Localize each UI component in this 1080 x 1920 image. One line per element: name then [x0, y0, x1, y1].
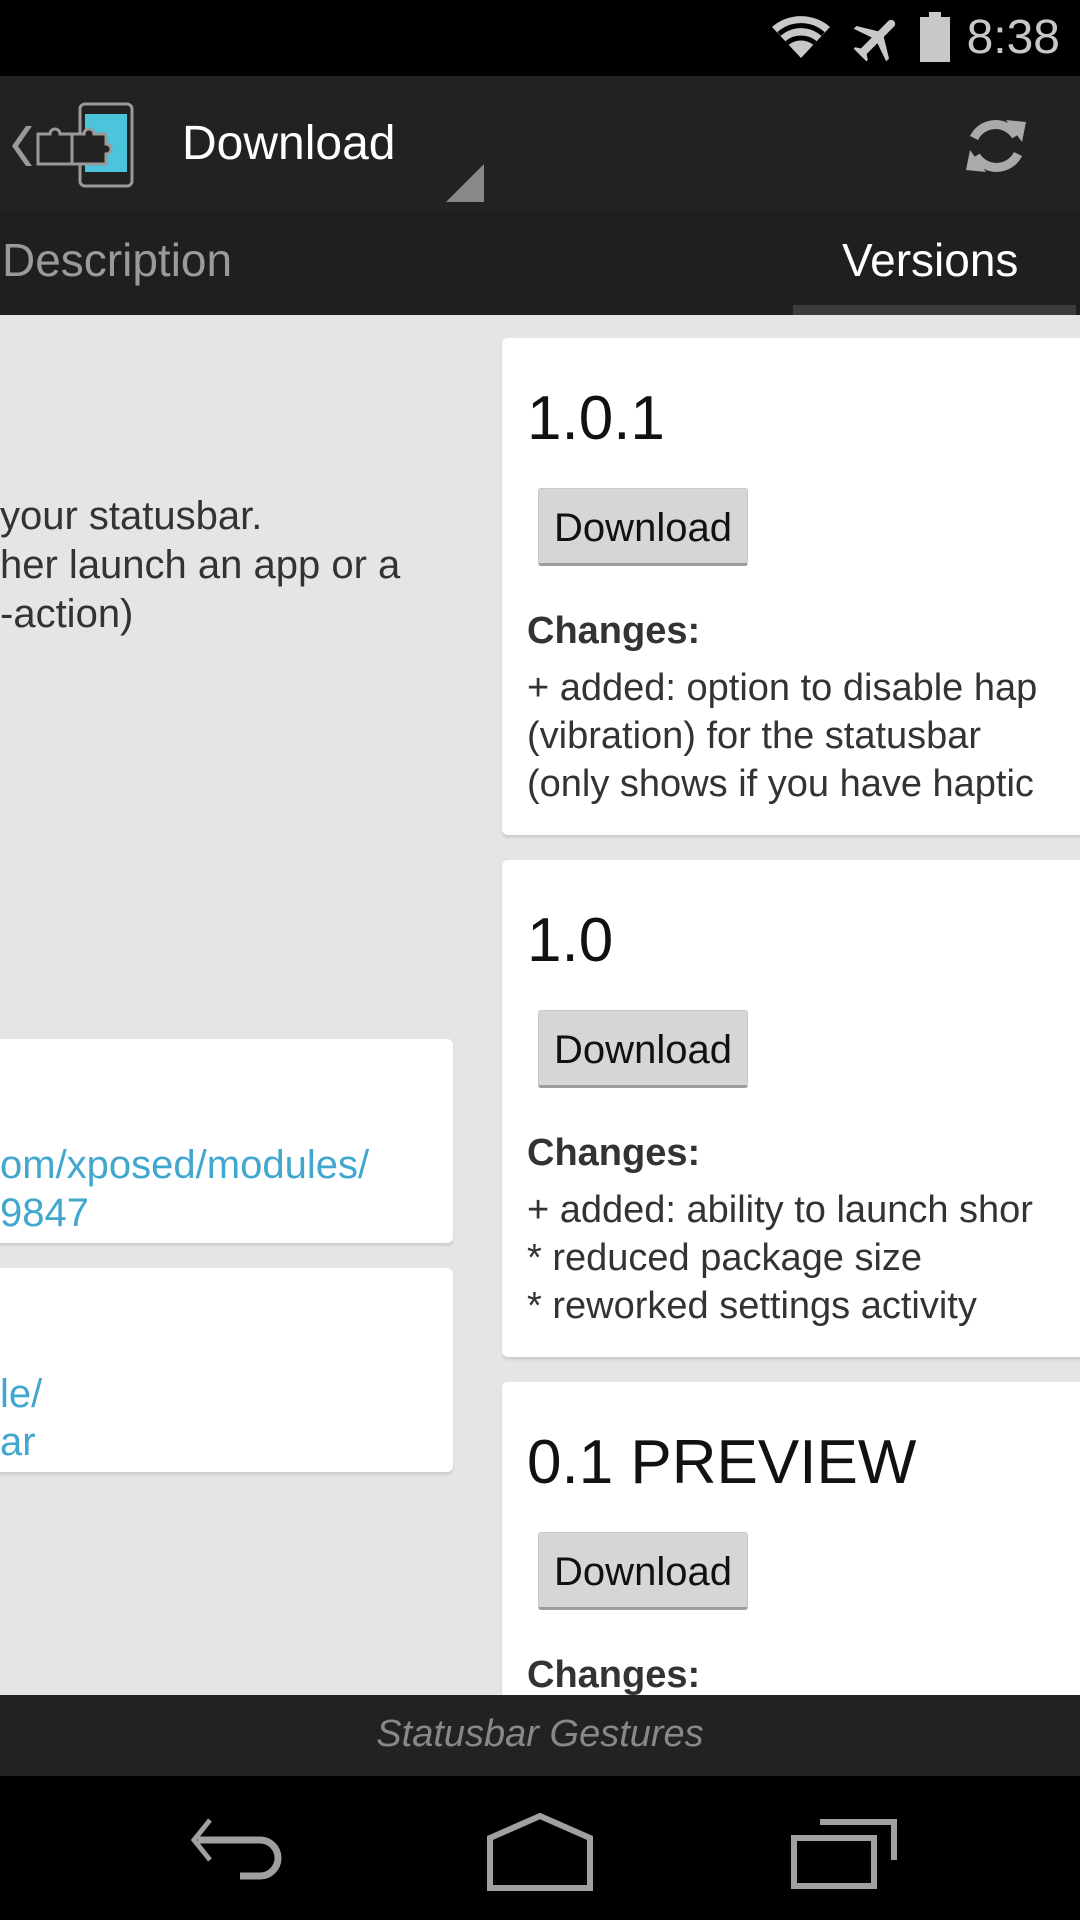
tab-bar: Description Versions [0, 212, 1080, 315]
module-name: Statusbar Gestures [376, 1713, 704, 1755]
selected-tab-indicator [793, 305, 1076, 315]
wifi-icon [772, 16, 830, 58]
tab-versions[interactable]: Versions [842, 232, 1018, 288]
home-icon[interactable] [480, 1812, 600, 1892]
download-button[interactable]: Download [538, 1532, 748, 1610]
download-button[interactable]: Download [538, 1010, 748, 1088]
changes-heading: Changes: [527, 1654, 701, 1695]
back-icon[interactable] [180, 1812, 300, 1892]
change-line: (vibration) for the statusbar [527, 715, 982, 757]
xposed-installer-icon [36, 102, 134, 188]
clock: 8:38 [966, 11, 1060, 64]
airplane-mode-icon [853, 19, 896, 62]
spinner-dropdown-indicator-icon [446, 164, 484, 202]
download-button[interactable]: Download [538, 488, 748, 566]
navigation-spinner[interactable]: Download [160, 76, 490, 212]
support-link-card[interactable]: om/xposed/modules/ 9847 [0, 1039, 453, 1243]
support-link[interactable]: 9847 [0, 1189, 89, 1237]
refresh-icon[interactable] [960, 110, 1032, 182]
recents-icon[interactable] [790, 1812, 910, 1892]
more-info-link[interactable]: ar [0, 1418, 36, 1466]
change-line: * reduced package size [527, 1237, 923, 1279]
more-info-link[interactable]: le/ [0, 1370, 42, 1418]
changes-heading: Changes: [527, 610, 701, 652]
pager-content[interactable]: your statusbar. her launch an app or a -… [0, 315, 1080, 1695]
navigation-bar [0, 1776, 1080, 1920]
change-line: + added: ability to launch shor [527, 1189, 1033, 1231]
status-bar: 8:38 [0, 0, 1080, 76]
changes-heading: Changes: [527, 1132, 701, 1174]
change-line: (only shows if you have haptic [527, 763, 1034, 805]
up-navigation-button[interactable] [0, 76, 140, 212]
version-name: 1.0 [527, 906, 614, 975]
action-bar: Download [0, 76, 1080, 212]
version-card: 1.0 Download Changes: + added: ability t… [502, 860, 1080, 1357]
version-name: 0.1 PREVIEW [527, 1428, 917, 1497]
version-name: 1.0.1 [527, 384, 665, 453]
version-card: 0.1 PREVIEW Download Changes: [502, 1382, 1080, 1695]
change-line: * reworked settings activity [527, 1285, 977, 1327]
battery-icon [920, 12, 950, 62]
description-text-line: -action) [0, 592, 134, 636]
spinner-selected-title: Download [182, 117, 396, 170]
description-text-line: her launch an app or a [0, 543, 401, 587]
module-name-footer: Statusbar Gestures [0, 1695, 1080, 1776]
support-link[interactable]: om/xposed/modules/ [0, 1141, 369, 1189]
tab-description[interactable]: Description [2, 232, 232, 288]
change-line: + added: option to disable hap [527, 667, 1038, 709]
version-card: 1.0.1 Download Changes: + added: option … [502, 338, 1080, 835]
back-chevron-icon [12, 126, 32, 166]
description-text-line: your statusbar. [0, 494, 263, 538]
more-info-link-card[interactable]: le/ ar [0, 1268, 453, 1472]
